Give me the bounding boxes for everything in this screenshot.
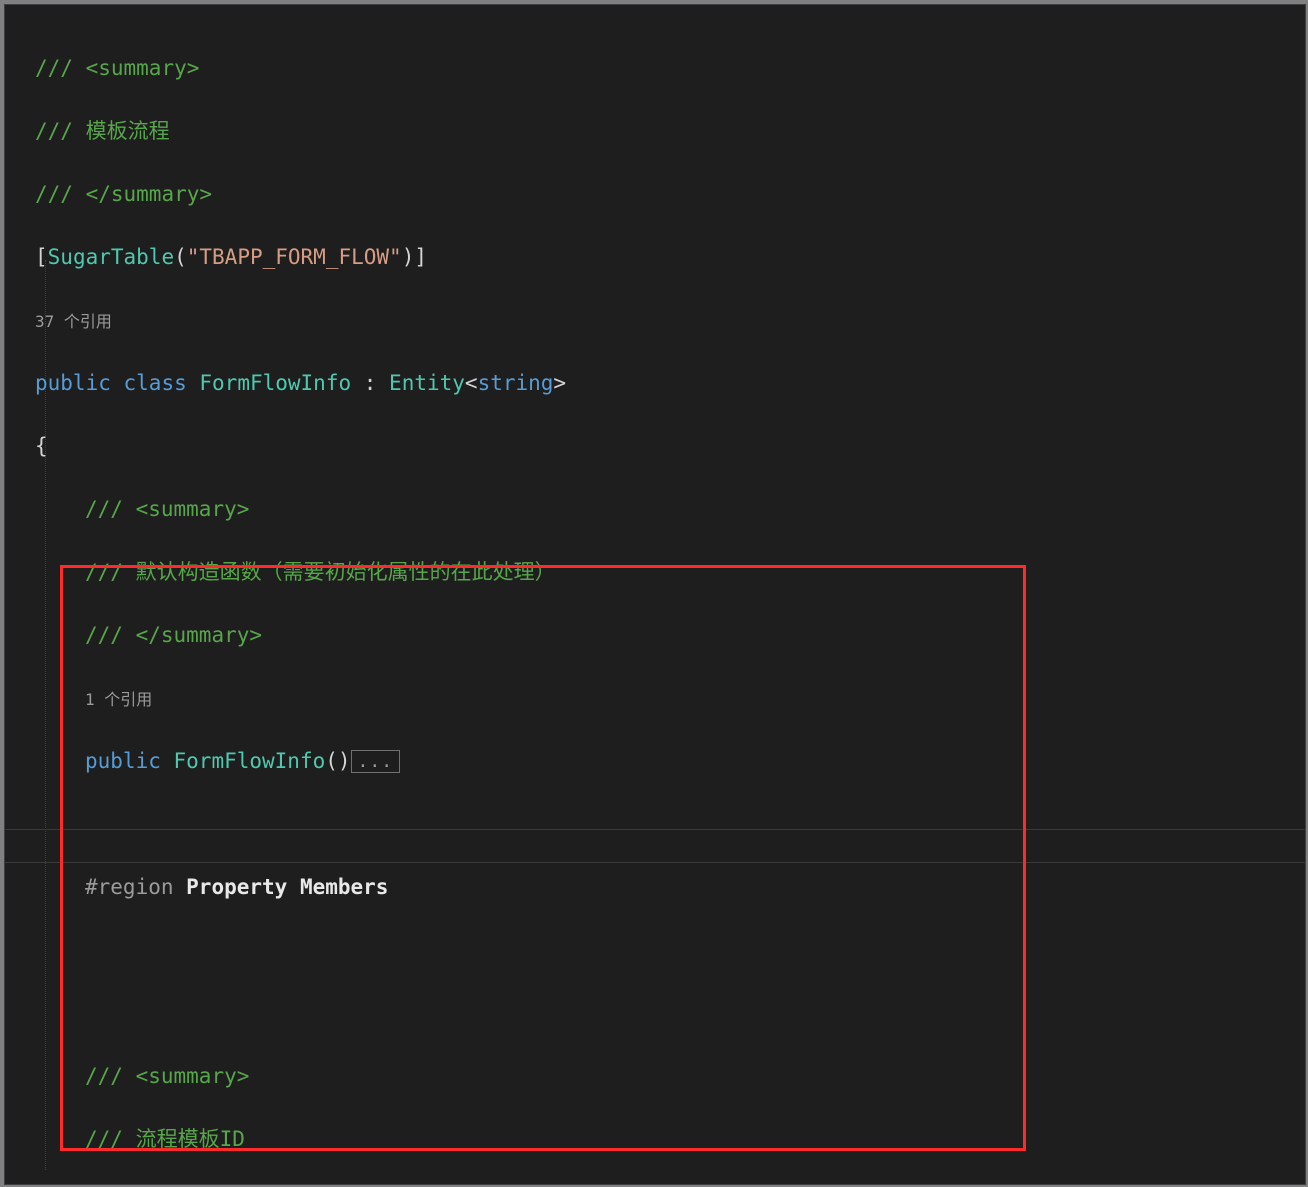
xml-doc: /// [85,623,123,647]
xml-doc: /// [85,560,123,584]
xml-doc: /// [85,497,123,521]
gen-close: > [553,371,566,395]
kw-public: public [85,749,161,773]
xml-doc: /// [35,119,73,143]
gen-arg: string [478,371,554,395]
ctor-parens: () [325,749,350,773]
xml-doc: <summary> [136,497,250,521]
ctor-doc: 默认构造函数（需要初始化属性的在此处理） [136,560,556,584]
colon: : [351,371,389,395]
refcount[interactable]: 1 个引用 [85,688,152,712]
kw-public: public [35,371,111,395]
xml-doc: /// [35,56,73,80]
xml-doc: /// [85,1064,123,1088]
code-editor[interactable]: /// <summary> /// 模板流程 /// </summary> [S… [4,4,1306,1185]
xml-doc: </summary> [136,623,262,647]
brace-open: { [35,434,48,458]
region-keyword[interactable]: #region [85,875,174,899]
xml-doc: /// [35,182,73,206]
attr-bracket: [ [35,245,48,269]
ctor-name: FormFlowInfo [174,749,326,773]
attr-arg: "TBAPP_FORM_FLOW" [187,245,402,269]
collapsed-region-icon[interactable]: ... [351,750,401,773]
xml-doc: /// [85,1127,123,1151]
attr-bracket: ] [414,245,427,269]
class-name: FormFlowInfo [199,371,351,395]
base-type: Entity [389,371,465,395]
xml-doc: </summary> [86,182,212,206]
region-name: Property Members [174,875,389,899]
gen-open: < [465,371,478,395]
viewport: /// <summary> /// 模板流程 /// </summary> [S… [0,0,1308,1187]
paren: ( [174,245,187,269]
p1-doc: 流程模板ID [136,1127,245,1151]
class-doc: 模板流程 [86,119,170,143]
refcount[interactable]: 37 个引用 [35,310,112,334]
xml-doc: <summary> [136,1064,250,1088]
xml-doc: <summary> [86,56,200,80]
code-content[interactable]: /// <summary> /// 模板流程 /// </summary> [S… [5,5,924,1185]
attr-name: SugarTable [48,245,174,269]
paren: ) [402,245,415,269]
kw-class: class [124,371,187,395]
